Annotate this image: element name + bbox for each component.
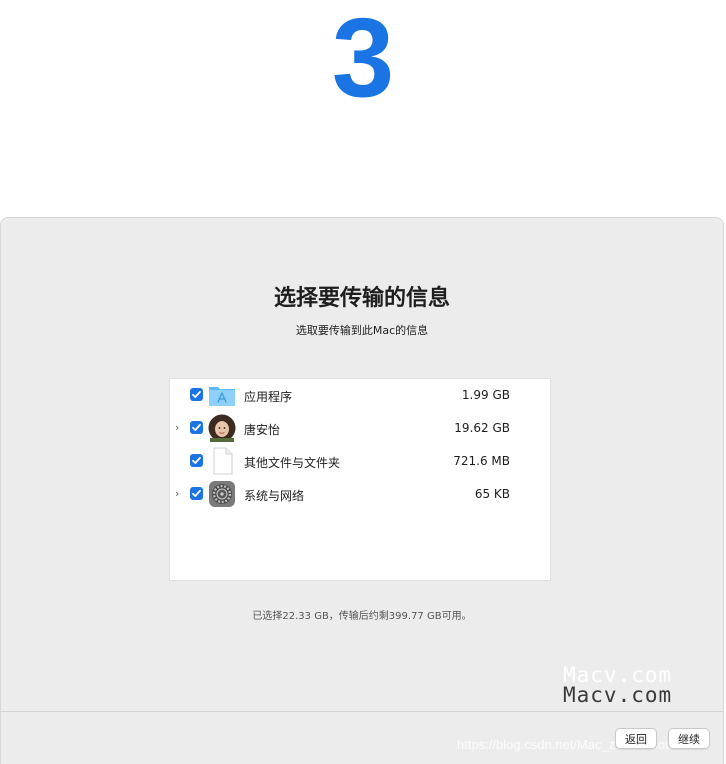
item-label: 其他文件与文件夹 bbox=[244, 456, 341, 470]
checkbox-applications[interactable] bbox=[190, 388, 203, 401]
dialog-title: 选择要传输的信息 bbox=[273, 286, 450, 311]
checkmark-icon bbox=[192, 489, 201, 497]
item-size: 1.99 GB bbox=[461, 388, 510, 402]
continue-button[interactable]: 继续 bbox=[668, 728, 710, 749]
item-size: 65 KB bbox=[474, 487, 510, 501]
list-item-user-account[interactable]: › 唐安怡 19.62 GB bbox=[170, 412, 550, 445]
list-item-applications[interactable]: 应用程序 1.99 GB bbox=[170, 379, 550, 412]
applications-folder-icon bbox=[208, 381, 236, 409]
watermark-logo-bottom: Macv.com bbox=[563, 683, 673, 707]
dialog-subtitle: 选取要传输到此Mac的信息 bbox=[295, 324, 429, 337]
list-item-system-network[interactable]: › 系统与网络 65 KB bbox=[170, 478, 550, 511]
list-item-other-files[interactable]: 其他文件与文件夹 721.6 MB bbox=[170, 445, 550, 478]
checkmark-icon bbox=[192, 423, 201, 431]
system-preferences-gear-icon bbox=[208, 480, 236, 508]
document-icon bbox=[208, 447, 236, 475]
user-avatar-icon bbox=[208, 414, 236, 442]
checkbox-other-files[interactable] bbox=[190, 454, 203, 467]
checkmark-icon bbox=[192, 456, 201, 464]
disclosure-chevron-icon[interactable]: › bbox=[175, 487, 185, 501]
item-size: 721.6 MB bbox=[453, 454, 510, 468]
migration-dialog: 选择要传输的信息 选取要传输到此Mac的信息 应用程序 1.99 GB › 唐安… bbox=[0, 217, 724, 764]
transfer-item-list: 应用程序 1.99 GB › 唐安怡 19.62 GB 其他文件与文件夹 721… bbox=[169, 378, 551, 581]
item-label: 唐安怡 bbox=[244, 423, 281, 437]
item-size: 19.62 GB bbox=[454, 421, 510, 435]
footer-divider bbox=[1, 711, 723, 712]
disclosure-chevron-icon[interactable]: › bbox=[175, 421, 185, 435]
checkbox-system-network[interactable] bbox=[190, 487, 203, 500]
page: 3 选择要传输的信息 选取要传输到此Mac的信息 应用程序 1.99 GB › … bbox=[0, 0, 726, 764]
checkbox-user-account[interactable] bbox=[190, 421, 203, 434]
item-label: 系统与网络 bbox=[244, 489, 305, 503]
step-number: 3 bbox=[331, 0, 395, 120]
checkmark-icon bbox=[192, 390, 201, 398]
back-button[interactable]: 返回 bbox=[615, 728, 657, 749]
item-label: 应用程序 bbox=[244, 390, 293, 404]
transfer-status-text: 已选择22.33 GB，传输后约剩399.77 GB可用。 bbox=[252, 611, 472, 622]
